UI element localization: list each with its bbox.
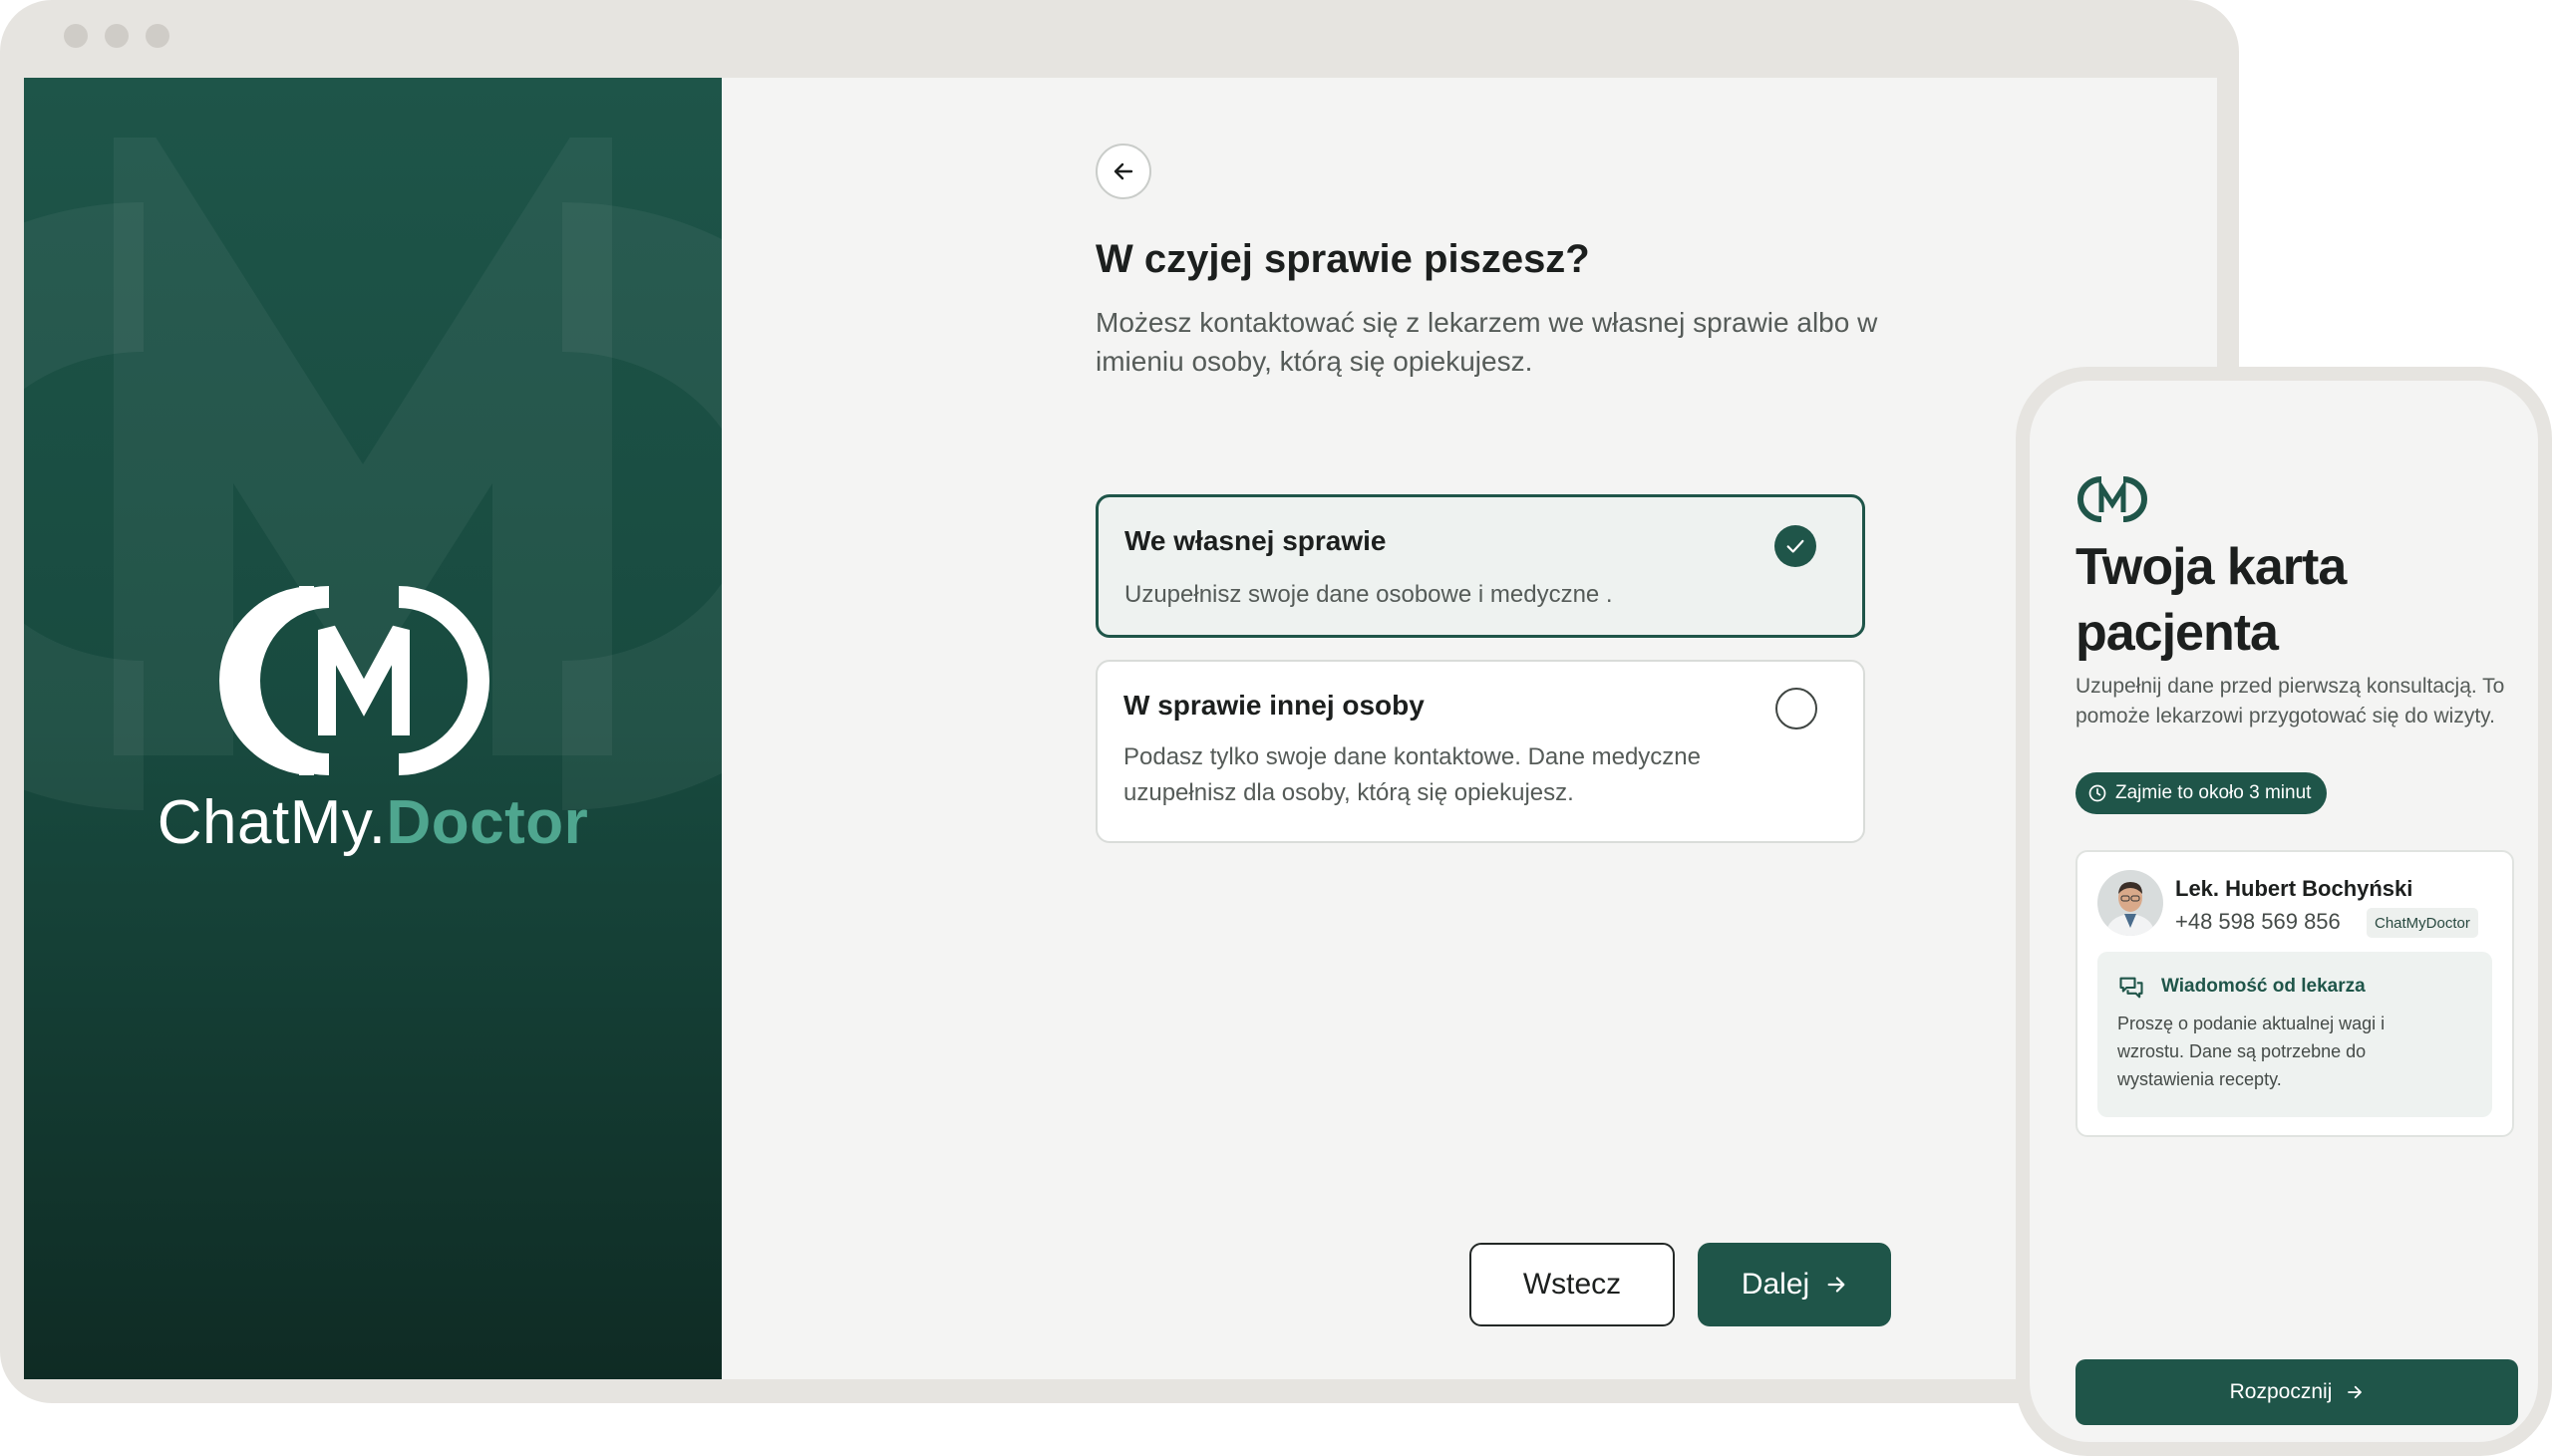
cmd-logo-icon <box>219 586 489 775</box>
option-own-case[interactable]: We własnej sprawie Uzupełnisz swoje dane… <box>1096 494 1865 638</box>
checkmark-icon <box>1774 525 1816 567</box>
window-dot <box>105 24 129 48</box>
doctor-card: Lek. Hubert Bochyński +48 598 569 856 Ch… <box>2075 850 2514 1137</box>
option-title: W sprawie innej osoby <box>1123 690 1425 721</box>
doctor-avatar <box>2097 870 2163 936</box>
window-dot <box>146 24 169 48</box>
message-text: Proszę o podanie aktualnej wagi i wzrost… <box>2117 1014 2386 1089</box>
cmd-logo-icon <box>2077 476 2147 522</box>
clock-icon <box>2088 784 2106 802</box>
form-area: W czyjej sprawie piszesz? Możesz kontakt… <box>1096 78 1893 1379</box>
doctor-message: Wiadomość od lekarza Proszę o podanie ak… <box>2097 952 2492 1117</box>
chat-bubbles-icon <box>2119 977 2143 999</box>
time-estimate-text: Zajmie to około 3 minut <box>2115 782 2312 803</box>
next-button[interactable]: Dalej <box>1698 1243 1891 1326</box>
option-other-person[interactable]: W sprawie innej osoby Podasz tylko swoje… <box>1096 660 1865 843</box>
page-title: W czyjej sprawie piszesz? <box>1096 237 1590 281</box>
patient-card-title: Twoja karta pacjenta <box>2075 538 2347 662</box>
window-dot <box>64 24 88 48</box>
arrow-left-icon <box>1114 162 1133 180</box>
back-button-label: Wstecz <box>1522 1268 1622 1301</box>
option-description: Uzupełnisz swoje dane osobowe i medyczne… <box>1124 581 1613 608</box>
radio-button[interactable] <box>1775 688 1817 729</box>
start-button[interactable]: Rozpocznij <box>2075 1359 2518 1425</box>
time-estimate-badge: Zajmie to około 3 minut <box>2075 772 2328 814</box>
option-title: We własnej sprawie <box>1124 525 1387 556</box>
patient-card-description: Uzupełnij dane przed pierwszą konsultacj… <box>2075 675 2505 728</box>
doctor-source-badge: ChatMyDoctor <box>2367 908 2478 938</box>
message-title: Wiadomość od lekarza <box>2161 976 2366 997</box>
brand-name-part2: Doctor <box>386 788 589 857</box>
back-arrow-button[interactable] <box>1096 144 1151 199</box>
doctor-name: Lek. Hubert Bochyński <box>2175 876 2413 901</box>
arrow-right-icon <box>2348 1385 2363 1399</box>
brand-panel: ChatMy.Doctor <box>24 78 722 1379</box>
browser-window: ChatMy.Doctor W czyjej sprawie piszesz? … <box>0 0 2239 1403</box>
next-button-label: Dalej <box>1741 1268 1810 1301</box>
phone-frame: Twoja karta pacjenta Uzupełnij dane prze… <box>2016 367 2552 1456</box>
brand-wordmark: ChatMy.Doctor <box>24 787 722 858</box>
start-button-label: Rozpocznij <box>2229 1380 2333 1403</box>
app-screen: ChatMy.Doctor W czyjej sprawie piszesz? … <box>24 78 2217 1379</box>
brand-name-part1: ChatMy. <box>157 788 387 857</box>
doctor-phone: +48 598 569 856 <box>2175 909 2341 934</box>
window-controls <box>64 24 169 48</box>
back-button[interactable]: Wstecz <box>1469 1243 1675 1326</box>
option-description: Podasz tylko swoje dane kontaktowe. Dane… <box>1123 743 1701 806</box>
phone-screen: Twoja karta pacjenta Uzupełnij dane prze… <box>2030 381 2538 1442</box>
arrow-right-icon <box>1827 1277 1845 1293</box>
page-description: Możesz kontaktować się z lekarzem we wła… <box>1096 307 1878 377</box>
